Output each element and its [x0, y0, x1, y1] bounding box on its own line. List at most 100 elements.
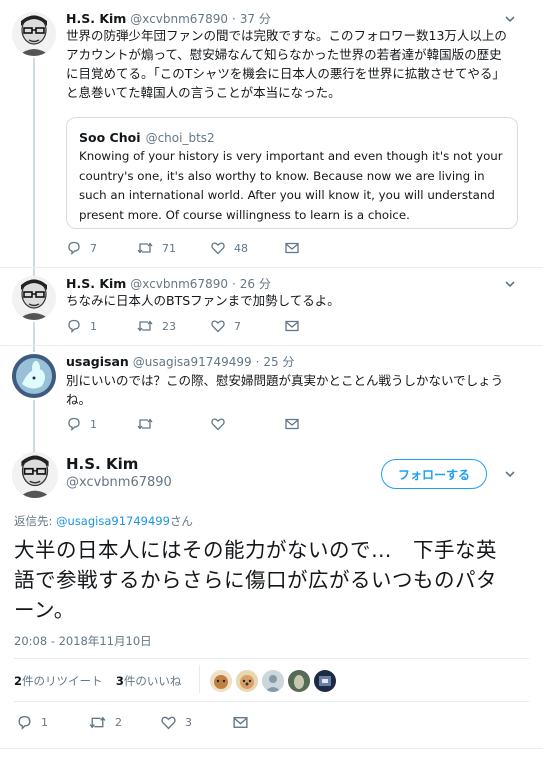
liker-avatar[interactable]: [288, 670, 310, 692]
separator: ·: [231, 12, 236, 26]
timestamp[interactable]: 37 分: [240, 12, 271, 26]
retweet-button[interactable]: 2: [88, 714, 122, 731]
like-stat-count: 3: [115, 674, 124, 688]
tweet-text: 別にいいのでは？この際、慰安婦問題が真実かとことん戦うしかないでしょうね。: [66, 373, 504, 407]
retweet-button[interactable]: 71: [136, 240, 176, 256]
direct-message-button[interactable]: [284, 240, 308, 256]
reply-to-line: 返信先: @usagisa91749499さん: [14, 513, 193, 529]
reply-button[interactable]: 1: [66, 416, 97, 432]
quoted-user-handle: @choi_bts2: [145, 131, 215, 145]
chevron-down-icon[interactable]: [503, 12, 517, 26]
divider: [0, 748, 543, 749]
reply-button[interactable]: 1: [16, 714, 48, 731]
reply-count: 1: [90, 319, 97, 333]
reply-to-suffix: さん: [169, 514, 193, 528]
retweet-count: 71: [162, 241, 176, 255]
quoted-tweet[interactable]: Soo Choi @choi_bts2 Knowing of your hist…: [66, 117, 518, 229]
chevron-down-icon[interactable]: [503, 277, 517, 291]
tweet-actions: 1 23 7: [66, 318, 366, 338]
avatar[interactable]: [12, 354, 56, 398]
direct-message-button[interactable]: [232, 714, 257, 731]
main-tweet-text: 大半の日本人にはその能力がないので… 下手な英語で参戦するからさらに傷口が広がる…: [14, 538, 497, 622]
avatar[interactable]: [12, 12, 56, 56]
main-display-name[interactable]: H.S. Kim: [66, 455, 138, 473]
retweet-icon: [137, 242, 153, 254]
like-button[interactable]: [210, 416, 234, 432]
tweet-actions: 7 71 48: [66, 240, 366, 260]
reply-to-handle-link[interactable]: @usagisa91749499: [56, 514, 170, 528]
retweet-icon: [137, 320, 153, 332]
retweet-button[interactable]: [136, 416, 162, 432]
like-count: 3: [185, 716, 192, 729]
user-handle[interactable]: @xcvbnm67890: [130, 277, 228, 291]
reply-count: 7: [90, 241, 97, 255]
display-name[interactable]: usagisan: [66, 354, 129, 369]
direct-message-button[interactable]: [284, 416, 308, 432]
main-timestamp[interactable]: 20:08 - 2018年11月10日: [14, 633, 152, 649]
divider: [0, 345, 543, 346]
retweet-count: 23: [162, 319, 176, 333]
divider: [0, 267, 543, 268]
mail-icon: [285, 242, 299, 254]
heart-icon: [161, 716, 176, 730]
thread-line: [33, 400, 35, 452]
mail-icon: [233, 717, 248, 728]
liker-avatar[interactable]: [314, 670, 336, 692]
timestamp[interactable]: 25 分: [263, 355, 294, 369]
retweet-stat[interactable]: 2件のリツイート: [14, 674, 103, 688]
retweet-icon: [137, 418, 153, 430]
heart-icon: [211, 418, 225, 431]
avatar[interactable]: [12, 276, 56, 320]
divider: [14, 658, 529, 659]
like-stat[interactable]: 3件のいいね: [116, 674, 182, 688]
retweet-icon: [89, 716, 106, 729]
liker-avatar[interactable]: [262, 670, 284, 692]
like-button[interactable]: 3: [160, 714, 192, 731]
like-stat-label: 件のいいね: [123, 674, 182, 688]
retweet-count: 2: [115, 716, 122, 729]
tweet-text: 世界の防弾少年団ファンの間では完敗ですな。このフォロワー数13万人以上のアカウン…: [66, 28, 507, 100]
direct-message-button[interactable]: [284, 318, 308, 334]
tweet-header: H.S. Kim @xcvbnm67890 · 26 分: [66, 275, 271, 292]
main-user-handle[interactable]: @xcvbnm67890: [66, 475, 172, 490]
tweet-header: H.S. Kim @xcvbnm67890 · 37 分: [66, 10, 271, 27]
chevron-down-icon[interactable]: [503, 467, 517, 481]
liker-avatar[interactable]: [210, 670, 232, 692]
divider: [14, 701, 529, 702]
retweet-button[interactable]: 23: [136, 318, 176, 334]
liker-avatar[interactable]: [236, 670, 258, 692]
like-button[interactable]: 48: [210, 240, 248, 256]
thread-line: [33, 322, 35, 352]
like-count: 7: [234, 319, 241, 333]
display-name[interactable]: H.S. Kim: [66, 276, 126, 291]
reply-button[interactable]: 1: [66, 318, 97, 334]
separator: ·: [231, 277, 236, 291]
user-handle[interactable]: @xcvbnm67890: [130, 12, 228, 26]
reply-icon: [68, 241, 80, 256]
tweet-actions: 1: [66, 416, 366, 436]
like-count: 48: [234, 241, 248, 255]
reply-count: 1: [90, 417, 97, 431]
reply-count: 1: [41, 716, 48, 729]
heart-icon: [211, 242, 225, 255]
quoted-tweet-text: Knowing of your history is very importan…: [79, 149, 503, 222]
retweet-stat-count: 2: [14, 674, 23, 688]
reply-to-prefix: 返信先:: [14, 514, 57, 528]
follow-button[interactable]: フォローする: [381, 459, 487, 489]
display-name[interactable]: H.S. Kim: [66, 11, 126, 26]
avatar[interactable]: [12, 452, 58, 498]
mail-icon: [285, 320, 299, 332]
quoted-display-name: Soo Choi: [79, 130, 141, 145]
reply-icon: [68, 319, 80, 334]
user-handle[interactable]: @usagisa91749499: [133, 355, 252, 369]
timestamp[interactable]: 26 分: [240, 277, 271, 291]
reply-icon: [18, 715, 31, 731]
reply-icon: [68, 417, 80, 432]
like-button[interactable]: 7: [210, 318, 241, 334]
mail-icon: [285, 418, 299, 430]
reply-button[interactable]: 7: [66, 240, 97, 256]
tweet-header: usagisan @usagisa91749499 · 25 分: [66, 353, 295, 370]
engagement-stats: 2件のリツイート 3件のいいね: [14, 673, 181, 689]
thread-line: [33, 58, 35, 276]
separator: ·: [255, 355, 260, 369]
